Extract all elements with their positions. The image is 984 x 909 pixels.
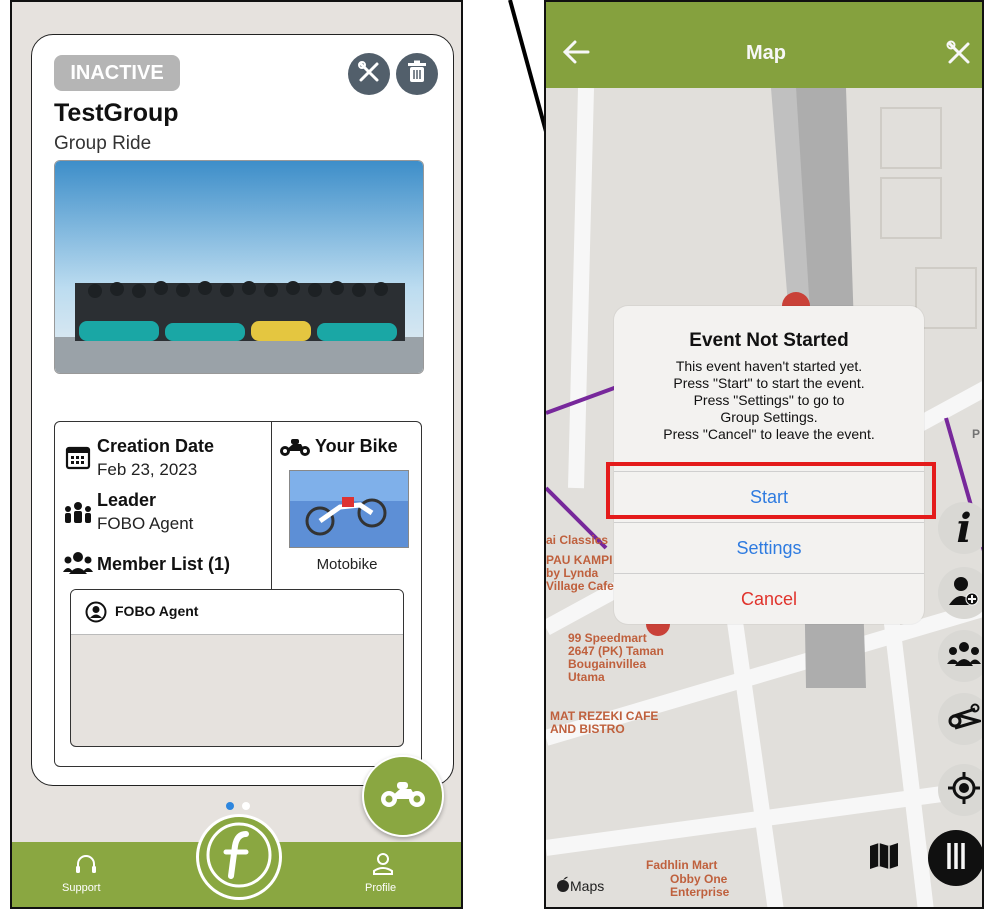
dialog-line: Press "Settings" to go to <box>693 392 845 408</box>
dialog-line: This event haven't started yet. <box>675 358 863 374</box>
dialog-message: This event haven't started yet. Press "S… <box>614 358 924 443</box>
cancel-button[interactable]: Cancel <box>614 573 924 625</box>
dialog-line: Press "Cancel" to leave the event. <box>663 426 875 442</box>
map-screen: ai Classics PAU KAMPI by Lynda Village C… <box>544 0 984 909</box>
start-highlight-box <box>606 462 936 519</box>
dialog-line: Press "Start" to start the event. <box>673 375 865 391</box>
dialog-title: Event Not Started <box>689 330 849 351</box>
dialog-line: Group Settings. <box>720 409 818 425</box>
settings-button[interactable]: Settings <box>614 522 924 574</box>
